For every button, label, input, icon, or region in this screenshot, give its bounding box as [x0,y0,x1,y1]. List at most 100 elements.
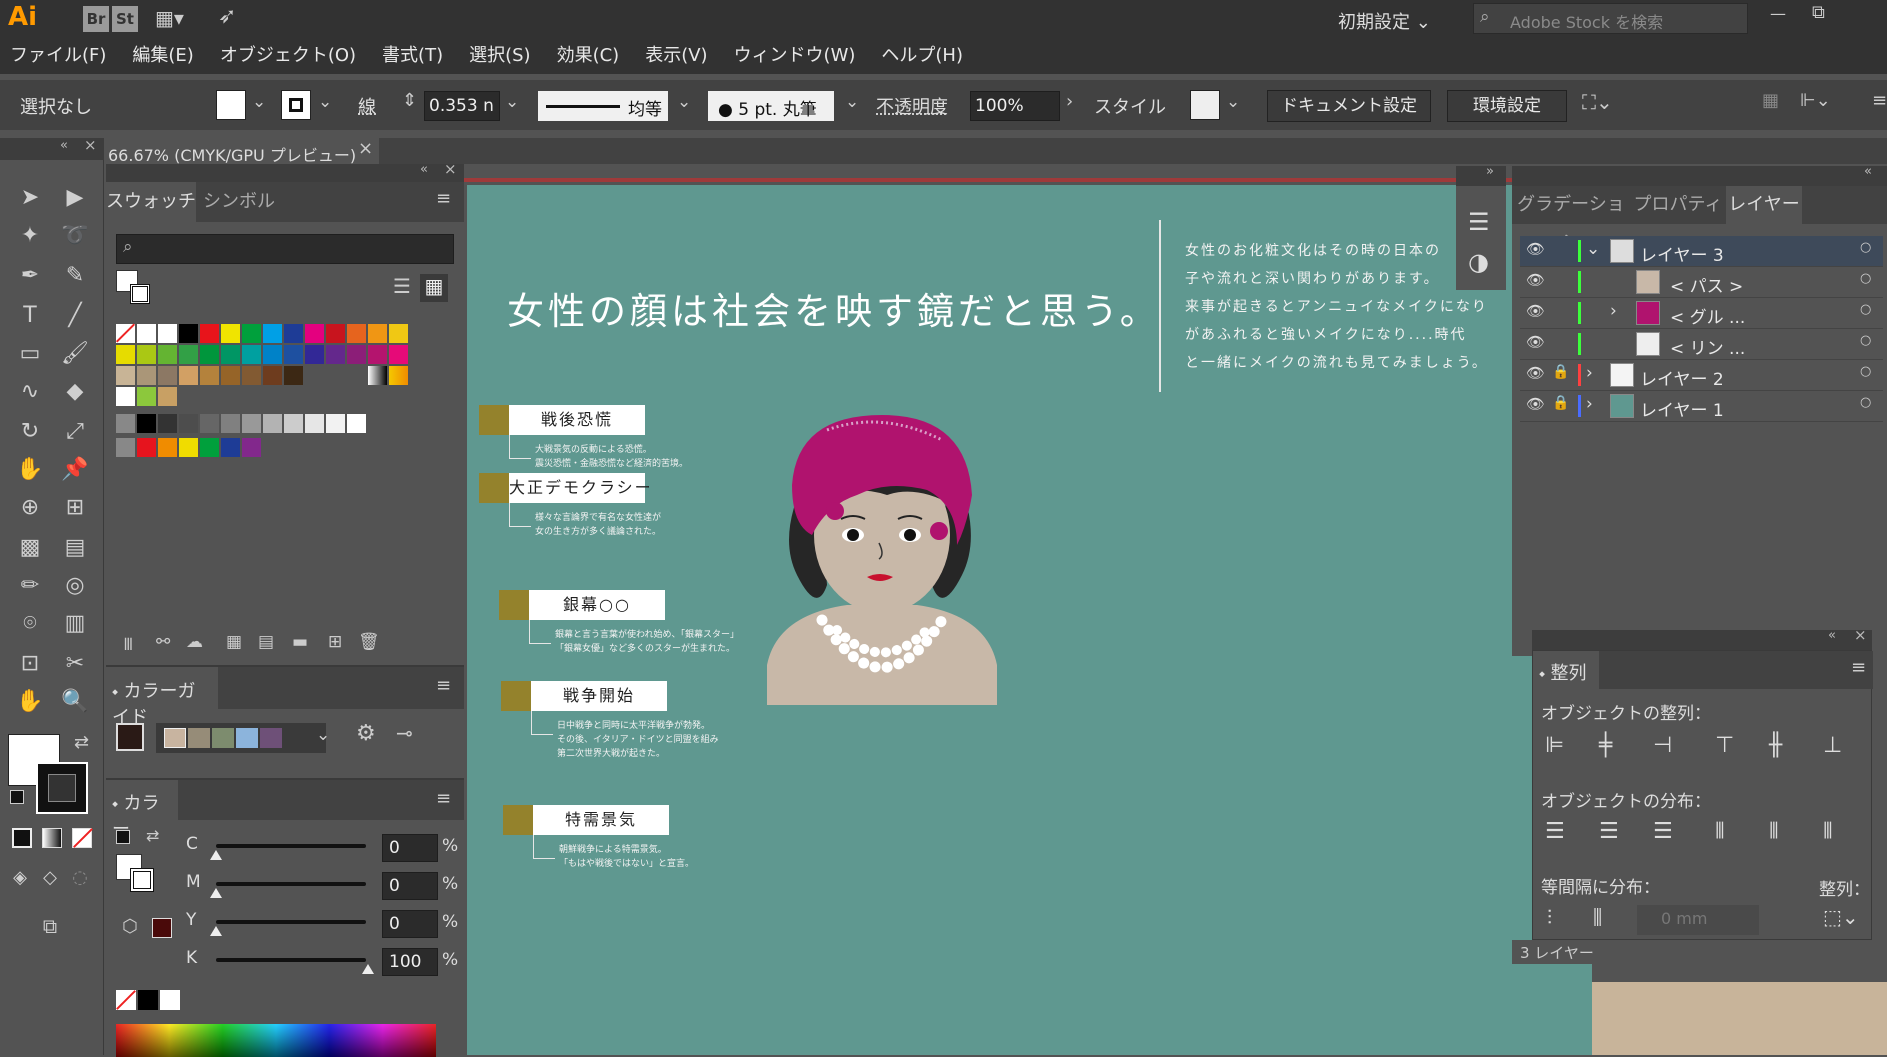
swatch[interactable] [347,345,366,364]
align-top-icon[interactable]: ⊤ [1715,733,1734,758]
horizontal-spacing-icon[interactable]: ⫼ [1593,905,1602,929]
layer-name[interactable]: レイヤー 3 [1640,241,1724,266]
swatch[interactable] [263,366,282,385]
stroke-weight-input[interactable]: 0.353 n [424,91,500,121]
swatch[interactable] [326,345,345,364]
harmony-swatch[interactable] [260,728,282,748]
distribute-vcenter-icon[interactable]: ☰ [1599,819,1619,844]
channel-input-y[interactable]: 0 [382,910,438,938]
blend-tool-icon[interactable]: ◎ [55,568,95,604]
swatch[interactable] [242,438,261,457]
fill-swatch[interactable] [216,90,246,120]
draw-inside-icon[interactable]: ◌ [64,860,96,896]
graphic-style-swatch[interactable] [1190,90,1220,120]
shaper-tool-icon[interactable]: ∿ [10,374,50,410]
visibility-eye-icon[interactable]: 👁 [1526,364,1545,382]
grid-icon[interactable]: ▦ [1762,90,1779,111]
layer-name[interactable]: レイヤー 1 [1640,396,1724,421]
swatch[interactable] [137,366,156,385]
black-swatch[interactable] [179,324,198,343]
stroke-label[interactable]: 線 [358,93,376,119]
timeline-item[interactable]: 大正デモクラシー 様々な言論界で有名な女性達が 女の生き方が多く議論された。 [479,473,709,583]
channel-slider-c[interactable] [216,844,366,848]
panel-menu-icon[interactable]: ≡ [1872,90,1887,111]
harmony-swatch[interactable] [188,728,210,748]
stroke-color-box[interactable] [36,762,88,814]
target-icon[interactable]: ○ [1860,240,1871,255]
tab-symbols[interactable]: シンボル [196,182,282,222]
stroke-dropdown-icon[interactable]: ⌄ [318,92,332,112]
swatch[interactable] [305,345,324,364]
tab-color-guide[interactable]: ⬩ カラーガイド [106,667,218,728]
minimize-icon[interactable]: — [1770,4,1786,23]
white-swatch[interactable] [160,990,180,1010]
curvature-tool-icon[interactable]: ✎ [55,258,95,294]
appearance-icon[interactable]: ◑ [1468,248,1489,276]
channel-input-k[interactable]: 100 [382,948,438,976]
swatch[interactable] [368,345,387,364]
tab-color[interactable]: ⬩ カラー [106,780,178,840]
black-swatch[interactable] [138,990,158,1010]
document-close-icon[interactable]: × [358,138,373,159]
expand-icon[interactable]: » [1486,164,1494,179]
panel-menu-icon[interactable]: ≡ [1851,657,1866,678]
default-colors-icon[interactable] [116,830,130,844]
opacity-label[interactable]: 不透明度 [876,93,948,119]
distribute-left-icon[interactable]: ⦀ [1715,819,1725,844]
none-swatch[interactable] [116,990,136,1010]
distribute-hcenter-icon[interactable]: ⦀ [1769,819,1779,844]
slider-handle[interactable] [362,964,374,974]
menu-select[interactable]: 選択(S) [469,45,530,66]
stock-button[interactable]: St [112,6,138,32]
collapse-icon[interactable]: « [1864,164,1872,179]
swatch[interactable] [200,414,219,433]
menu-view[interactable]: 表示(V) [645,45,707,66]
stroke-stepper-icon[interactable]: ⇕ [402,90,417,111]
opacity-input[interactable]: 100% [970,91,1060,121]
align-left-icon[interactable]: ⊫ [1545,733,1564,758]
registration-swatch[interactable] [137,324,156,343]
swatch[interactable] [158,414,177,433]
direct-selection-tool-icon[interactable]: ▶ [55,180,95,216]
slider-handle[interactable] [210,850,222,860]
swatch[interactable] [179,345,198,364]
pattern-swatch[interactable] [116,387,135,406]
harmony-dropdown-icon[interactable]: ⌄ [316,725,330,745]
swatch[interactable] [347,324,366,343]
collapse-icon[interactable]: « [60,138,68,153]
arrange-documents-icon[interactable]: ▦▾ [155,6,197,32]
swatch[interactable] [137,345,156,364]
restore-icon[interactable]: ⧉ [1812,2,1825,23]
swatch[interactable] [179,366,198,385]
panel-menu-icon[interactable]: ≡ [436,188,451,209]
distribute-bottom-icon[interactable]: ☰ [1653,819,1673,844]
gradient-mode-icon[interactable] [42,828,62,848]
swatch[interactable] [242,366,261,385]
target-icon[interactable]: ○ [1860,271,1871,286]
vertical-spacing-icon[interactable]: ⫶ [1547,905,1552,929]
folder-icon[interactable] [116,414,135,433]
swatch[interactable] [263,345,282,364]
opacity-arrow-icon[interactable]: › [1066,91,1073,112]
close-icon[interactable]: × [1854,626,1867,644]
swatch-kind-icon[interactable]: ⚯ [156,632,170,652]
swatch[interactable] [221,345,240,364]
swap-icon[interactable]: ⇄ [146,826,159,845]
save-color-group-icon[interactable]: ⊸ [396,721,413,745]
swatch[interactable] [221,366,240,385]
line-tool-icon[interactable]: ╱ [55,298,95,334]
swatch[interactable] [116,345,135,364]
swatch[interactable] [179,414,198,433]
gamut-warning-swatch[interactable] [152,918,172,938]
swatch[interactable] [137,438,156,457]
swatch[interactable] [179,438,198,457]
screen-mode-icon[interactable]: ⧉ [30,908,70,944]
graph-tool-icon[interactable]: ▥ [55,606,95,642]
new-color-group-icon[interactable]: ▤ [258,632,274,652]
list-view-icon[interactable]: ☰ [388,274,416,302]
symbol-sprayer-icon[interactable]: ⌾ [10,606,50,642]
hand-tool-icon[interactable]: ✋ [10,684,50,720]
layer-row[interactable]: 👁 < パス > ○ [1520,267,1883,298]
draw-behind-icon[interactable]: ◇ [34,860,66,896]
swatch[interactable] [389,324,408,343]
